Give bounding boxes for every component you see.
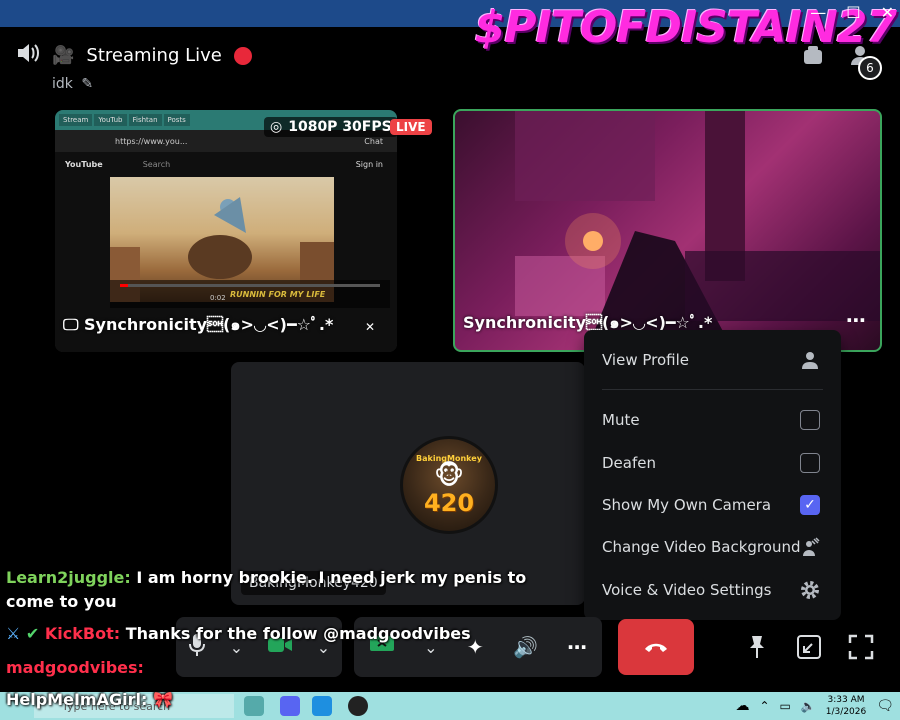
tray-chevron-icon[interactable]: ⌃ bbox=[759, 699, 769, 713]
fullscreen-button[interactable] bbox=[846, 632, 876, 662]
checkmark-icon: ✓ bbox=[800, 495, 820, 515]
video-caption: RUNNIN FOR MY LIFE bbox=[230, 290, 326, 299]
menu-item-voice-video-settings[interactable]: Voice & Video Settings bbox=[602, 581, 771, 599]
browser-tab: Stream bbox=[59, 114, 93, 126]
screen-icon: 🖵 bbox=[63, 315, 79, 334]
camera-tile[interactable]: Synchronicity(๑>◡<)━☆ﾟ.* ⋯ bbox=[453, 109, 882, 352]
close-popup-icon[interactable]: ✕ bbox=[365, 320, 375, 334]
gear-icon bbox=[799, 579, 821, 601]
chat-message: madgoodvibes: bbox=[6, 656, 144, 680]
clock[interactable]: 3:33 AM 1/3/2026 bbox=[826, 694, 866, 718]
chat-text: Thanks for the follow @madgoodvibes bbox=[125, 624, 471, 643]
browser-tab: Fishtan bbox=[128, 114, 162, 126]
minimize-button[interactable]: — bbox=[810, 3, 826, 22]
gift-emoji-icon: 🎀 bbox=[152, 690, 173, 709]
more-options-icon[interactable]: ⋯ bbox=[567, 635, 587, 659]
chat-username: HelpMeImAGirl: bbox=[6, 690, 148, 709]
menu-item-deafen[interactable]: Deafen bbox=[602, 454, 656, 472]
live-status-dot bbox=[233, 46, 252, 65]
checkbox-unchecked bbox=[800, 453, 820, 473]
video-progress-bar[interactable] bbox=[120, 284, 380, 287]
edge-taskbar-icon[interactable] bbox=[312, 696, 332, 716]
obs-taskbar-icon[interactable] bbox=[348, 696, 368, 716]
maximize-button[interactable]: ☐ bbox=[846, 3, 860, 22]
speaker-icon[interactable] bbox=[16, 42, 40, 69]
video-progress-fill bbox=[120, 284, 128, 287]
context-menu: View Profile Mute Deafen Show My Own Cam… bbox=[584, 330, 841, 620]
window-controls: — ☐ ✕ bbox=[810, 3, 894, 22]
browser-url: https://www.you... bbox=[115, 136, 188, 146]
system-tray: ☁ ⌃ ▭ 🔈 3:33 AM 1/3/2026 🗨 bbox=[735, 694, 894, 718]
status-text: idk bbox=[52, 76, 73, 92]
browser-chat-tab: Chat bbox=[364, 136, 383, 146]
menu-divider bbox=[602, 389, 823, 390]
browser-tab: YouTub bbox=[94, 114, 127, 126]
screen-share-tile[interactable]: Stream YouTub Fishtan Posts https://www.… bbox=[55, 110, 397, 352]
browser-tab: Posts bbox=[163, 114, 190, 126]
close-button[interactable]: ✕ bbox=[881, 3, 894, 22]
pin-button[interactable] bbox=[742, 632, 772, 662]
pop-out-button[interactable] bbox=[794, 632, 824, 662]
youtube-search: Search bbox=[142, 159, 171, 169]
leave-call-button[interactable] bbox=[618, 619, 694, 675]
network-icon[interactable]: ▭ bbox=[780, 699, 791, 713]
stream-owner-name: Synchronicity(๑>◡<)━☆ﾟ.* bbox=[84, 315, 334, 334]
verified-icon: ✔ bbox=[25, 624, 40, 643]
clock-date: 1/3/2026 bbox=[825, 707, 867, 717]
camera-emoji-icon: 🎥 bbox=[52, 45, 75, 66]
mute-checkbox[interactable] bbox=[799, 409, 821, 431]
sword-icon: ⚔ bbox=[6, 624, 21, 643]
chat-message: ⚔ ✔ KickBot: Thanks for the follow @madg… bbox=[6, 622, 471, 646]
people-icon[interactable]: 6 bbox=[848, 44, 882, 80]
more-options-icon[interactable]: ⋯ bbox=[846, 308, 866, 332]
hang-up-icon bbox=[645, 643, 667, 652]
stream-tile-label: 🖵 Synchronicity(๑>◡<)━☆ﾟ.* bbox=[63, 311, 333, 338]
channel-title: Streaming Live bbox=[86, 45, 222, 66]
notification-icon[interactable]: 🗨 bbox=[876, 698, 894, 714]
youtube-controls: 0:02 RUNNIN FOR MY LIFE bbox=[110, 280, 390, 308]
header-actions: 6 bbox=[802, 44, 882, 80]
volume-icon[interactable]: 🔈 bbox=[801, 699, 816, 713]
clock-time: 3:33 AM bbox=[827, 695, 865, 705]
chat-username: madgoodvibes: bbox=[6, 658, 144, 677]
channel-status[interactable]: idk ✎ bbox=[52, 76, 93, 92]
discord-taskbar-icon[interactable] bbox=[280, 696, 300, 716]
monkey-icon: 🐵 bbox=[433, 460, 465, 491]
menu-item-show-own-camera[interactable]: Show My Own Camera bbox=[602, 496, 771, 514]
menu-item-view-profile[interactable]: View Profile bbox=[602, 351, 689, 369]
participant-count-badge: 6 bbox=[858, 56, 882, 80]
chat-message: Learn2juggle: I am horny brookie. I need… bbox=[6, 566, 546, 614]
call-header: 🎥 Streaming Live bbox=[16, 42, 252, 69]
deafen-checkbox[interactable] bbox=[799, 452, 821, 474]
task-view-icon[interactable] bbox=[244, 696, 264, 716]
avatar-number: 420 bbox=[423, 488, 475, 517]
video-background-icon bbox=[799, 536, 821, 558]
stream-quality-icon: ◎ bbox=[270, 119, 283, 135]
chat-username: Learn2juggle: bbox=[6, 568, 131, 587]
checkbox-unchecked bbox=[800, 410, 820, 430]
video-time: 0:02 bbox=[210, 294, 226, 302]
youtube-header: YouTube Search Sign in bbox=[55, 152, 397, 176]
user-icon bbox=[799, 349, 821, 371]
weather-icon[interactable]: ☁ bbox=[735, 698, 749, 714]
youtube-signin: Sign in bbox=[355, 159, 383, 169]
chat-message: HelpMeImAGirl: 🎀 bbox=[6, 688, 173, 712]
live-badge: LIVE bbox=[390, 119, 432, 135]
participant-avatar: BakingMonkey 🐵 420 bbox=[400, 436, 498, 534]
soundboard-icon[interactable]: 🔊 bbox=[513, 635, 538, 659]
stream-quality-text: 1080P 30FPS bbox=[288, 119, 392, 135]
chat-username: KickBot: bbox=[44, 624, 121, 643]
activity-icon[interactable] bbox=[802, 44, 824, 70]
youtube-logo: YouTube bbox=[65, 159, 103, 169]
pencil-icon[interactable]: ✎ bbox=[81, 76, 93, 92]
menu-item-mute[interactable]: Mute bbox=[602, 411, 640, 429]
show-camera-checkbox[interactable]: ✓ bbox=[799, 494, 821, 516]
menu-item-change-video-background[interactable]: Change Video Background bbox=[602, 538, 800, 556]
stream-quality-badge: ◎ 1080P 30FPS bbox=[264, 117, 398, 137]
